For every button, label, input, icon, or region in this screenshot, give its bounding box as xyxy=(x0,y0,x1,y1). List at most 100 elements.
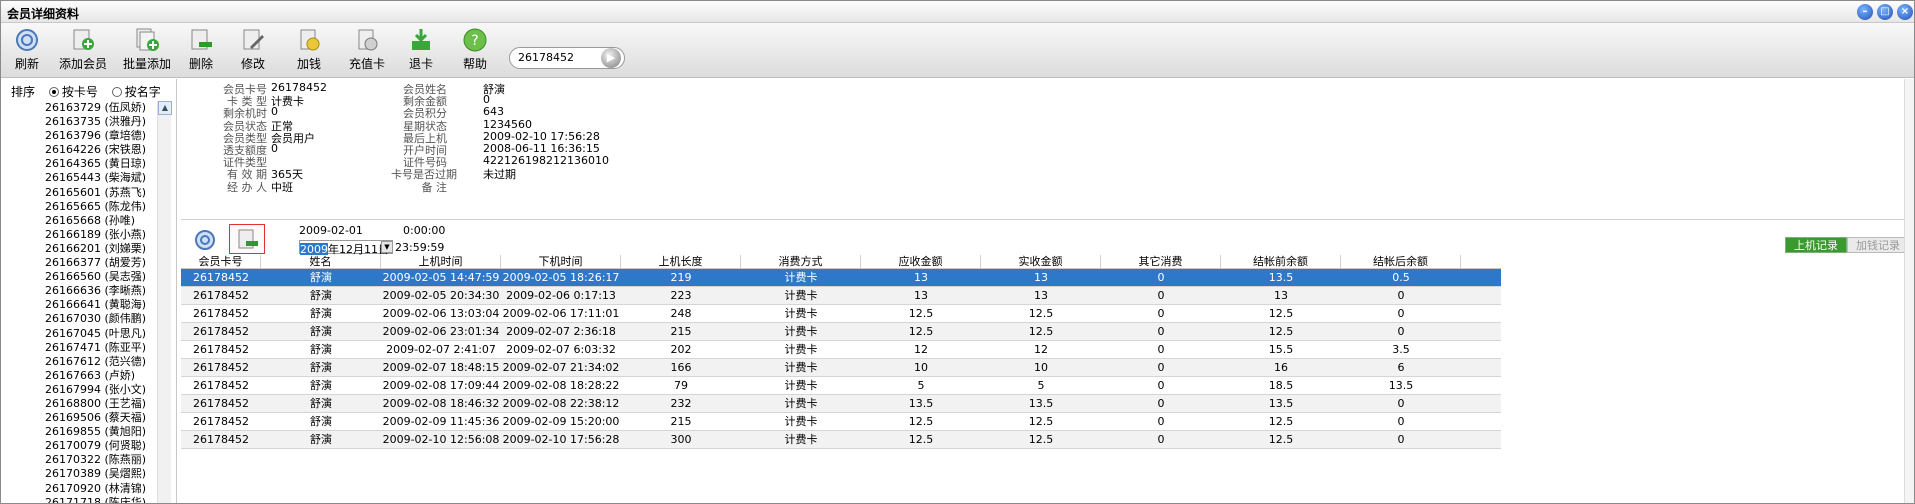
member-list-scrollbar[interactable]: ▲ xyxy=(157,101,172,503)
list-item[interactable]: 26167045 (叶思凡) xyxy=(45,327,157,341)
column-header[interactable]: 会员卡号 xyxy=(181,255,261,268)
export-button[interactable] xyxy=(229,224,265,254)
return-card-button[interactable]: 退卡 xyxy=(403,27,439,75)
list-item[interactable]: 26166201 (刘娣栗) xyxy=(45,242,157,256)
column-header[interactable]: 结帐前余额 xyxy=(1221,255,1341,268)
member-list: 26163729 (伍凤娇) 26163735 (洪雅丹) 26163796 (章培… xyxy=(45,101,157,503)
table-cell: 3.5 xyxy=(1392,343,1410,356)
tab-login-records[interactable]: 上机记录 xyxy=(1785,237,1847,253)
table-row[interactable]: 26178452 舒演 2009-02-09 11:45:36 2009-02-09 … xyxy=(181,413,1501,431)
restore-icon[interactable]: □ xyxy=(1877,4,1893,20)
list-item[interactable]: 26169506 (蔡天福) xyxy=(45,411,157,425)
list-item[interactable]: 26170389 (吴熠熙) xyxy=(45,467,157,481)
list-item[interactable]: 26167663 (卢娇) xyxy=(45,369,157,383)
list-item[interactable]: 26171718 (陈庆华) xyxy=(45,496,157,503)
table-cell: 18.5 xyxy=(1268,379,1294,392)
column-header[interactable]: 姓名 xyxy=(261,255,381,268)
recharge-card-label: 充值卡 xyxy=(348,57,385,71)
table-cell: 计费卡 xyxy=(784,271,818,284)
column-header[interactable]: 结帐后余额 xyxy=(1341,255,1461,268)
list-item[interactable]: 26170920 (林清锦) xyxy=(45,482,157,496)
list-item[interactable]: 26170079 (何贤聪) xyxy=(45,439,157,453)
column-header[interactable]: 上机长度 xyxy=(621,255,741,268)
delete-button[interactable]: 删除 xyxy=(183,27,219,75)
record-tabs: 上机记录 加钱记录 xyxy=(1785,237,1909,253)
batch-add-button[interactable]: 批量添加 xyxy=(119,27,175,75)
list-item[interactable]: 26163735 (洪雅丹) xyxy=(45,115,157,129)
list-item[interactable]: 26167994 (张小文) xyxy=(45,383,157,397)
scroll-up-icon[interactable]: ▲ xyxy=(158,101,172,115)
edit-button[interactable]: 修改 xyxy=(235,27,271,75)
list-item[interactable]: 26166189 (张小燕) xyxy=(45,228,157,242)
sort-by-name-radio[interactable] xyxy=(111,87,122,97)
search-go-icon[interactable]: ▶ xyxy=(601,48,621,68)
column-header[interactable]: 应收金额 xyxy=(861,255,981,268)
minimize-icon[interactable]: – xyxy=(1857,4,1873,20)
table-cell: 舒演 xyxy=(310,397,332,410)
help-button[interactable]: ? 帮助 xyxy=(457,27,493,75)
list-item[interactable]: 26166560 (吴志强) xyxy=(45,270,157,284)
list-item[interactable]: 26167612 (范兴德) xyxy=(45,355,157,369)
svg-text:?: ? xyxy=(471,33,478,49)
tab-topup-records[interactable]: 加钱记录 xyxy=(1847,237,1909,253)
recharge-card-button[interactable]: 充值卡 xyxy=(345,27,389,75)
list-item[interactable]: 26167471 (陈亚平) xyxy=(45,341,157,355)
list-item[interactable]: 26166641 (黄聪海) xyxy=(45,298,157,312)
table-row[interactable]: 26178452 舒演 2009-02-10 12:56:08 2009-02-10 … xyxy=(181,431,1501,449)
table-cell: 计费卡 xyxy=(784,325,818,338)
table-row[interactable]: 26178452 舒演 2009-02-06 13:03:04 2009-02-06 … xyxy=(181,305,1501,323)
table-cell: 0 xyxy=(1157,361,1165,374)
list-item[interactable]: 26165665 (陈龙伟) xyxy=(45,200,157,214)
table-cell: 215 xyxy=(670,325,692,338)
table-cell: 12.5 xyxy=(1268,325,1294,338)
column-header[interactable]: 其它消费 xyxy=(1101,255,1221,268)
column-header[interactable]: 消费方式 xyxy=(741,255,861,268)
list-item[interactable]: 26165668 (孙唯) xyxy=(45,214,157,228)
list-item[interactable]: 26168800 (王艺福) xyxy=(45,397,157,411)
from-time[interactable]: 0:00:00 xyxy=(403,224,445,237)
history-filter-bar: 2009-02-01 0:00:00 2009年12月11日 ▼ 23:59:5… xyxy=(181,219,1914,256)
refresh-history-icon[interactable] xyxy=(193,228,217,252)
table-row[interactable]: 26178452 舒演 2009-02-05 20:34:30 2009-02-06 … xyxy=(181,287,1501,305)
sort-by-card-radio[interactable] xyxy=(48,87,59,97)
info-value: 0 xyxy=(271,105,278,119)
add-money-button[interactable]: 加钱 xyxy=(291,27,327,75)
table-cell: 12 xyxy=(914,343,928,356)
list-item[interactable]: 26166636 (李晰燕) xyxy=(45,284,157,298)
table-row[interactable]: 26178452 舒演 2009-02-07 18:48:15 2009-02-07 … xyxy=(181,359,1501,377)
list-item[interactable]: 26164365 (黄日琼) xyxy=(45,157,157,171)
table-body: 26178452 舒演 2009-02-05 14:47:59 2009-02-05 … xyxy=(181,269,1501,449)
from-date[interactable]: 2009-02-01 xyxy=(299,224,363,237)
table-cell: 计费卡 xyxy=(784,415,818,428)
list-item[interactable]: 26163796 (章培德) xyxy=(45,129,157,143)
column-header[interactable]: 上机时间 xyxy=(381,255,501,268)
list-item[interactable]: 26167030 (颜伟鹏) xyxy=(45,312,157,326)
list-item[interactable]: 26163729 (伍凤娇) xyxy=(45,101,157,115)
table-cell: 0 xyxy=(1157,379,1165,392)
main-scrollbar[interactable] xyxy=(1904,79,1914,503)
list-item[interactable]: 26166377 (胡爱芳) xyxy=(45,256,157,270)
table-cell: 12.5 xyxy=(908,433,934,446)
title-bar: 会员详细资料 – □ × xyxy=(1,1,1914,23)
table-row[interactable]: 26178452 舒演 2009-02-05 14:47:59 2009-02-05 … xyxy=(181,269,1501,287)
batch-add-icon xyxy=(136,28,159,51)
list-item[interactable]: 26170322 (陈燕丽) xyxy=(45,453,157,467)
to-time[interactable]: 23:59:59 xyxy=(395,241,444,254)
table-cell: 166 xyxy=(670,361,692,374)
table-cell: 0 xyxy=(1157,433,1165,446)
column-header[interactable]: 下机时间 xyxy=(501,255,621,268)
list-item[interactable]: 26165601 (苏燕飞) xyxy=(45,186,157,200)
add-member-button[interactable]: 添加会员 xyxy=(55,27,111,75)
list-item[interactable]: 26169855 (黄旭阳) xyxy=(45,425,157,439)
list-item[interactable]: 26165443 (柴海斌) xyxy=(45,171,157,185)
refresh-button[interactable]: 刷新 xyxy=(9,27,45,75)
column-header[interactable]: 实收金额 xyxy=(981,255,1101,268)
close-icon[interactable]: × xyxy=(1897,4,1913,20)
table-row[interactable]: 26178452 舒演 2009-02-07 2:41:07 2009-02-07 6… xyxy=(181,341,1501,359)
list-item[interactable]: 26164226 (宋铁恩) xyxy=(45,143,157,157)
to-date-picker[interactable]: 2009年12月11日 xyxy=(299,240,393,256)
table-row[interactable]: 26178452 舒演 2009-02-08 18:46:32 2009-02-08 … xyxy=(181,395,1501,413)
table-row[interactable]: 26178452 舒演 2009-02-06 23:01:34 2009-02-07 … xyxy=(181,323,1501,341)
table-row[interactable]: 26178452 舒演 2009-02-08 17:09:44 2009-02-08 … xyxy=(181,377,1501,395)
date-dropdown-icon[interactable]: ▼ xyxy=(381,241,393,253)
